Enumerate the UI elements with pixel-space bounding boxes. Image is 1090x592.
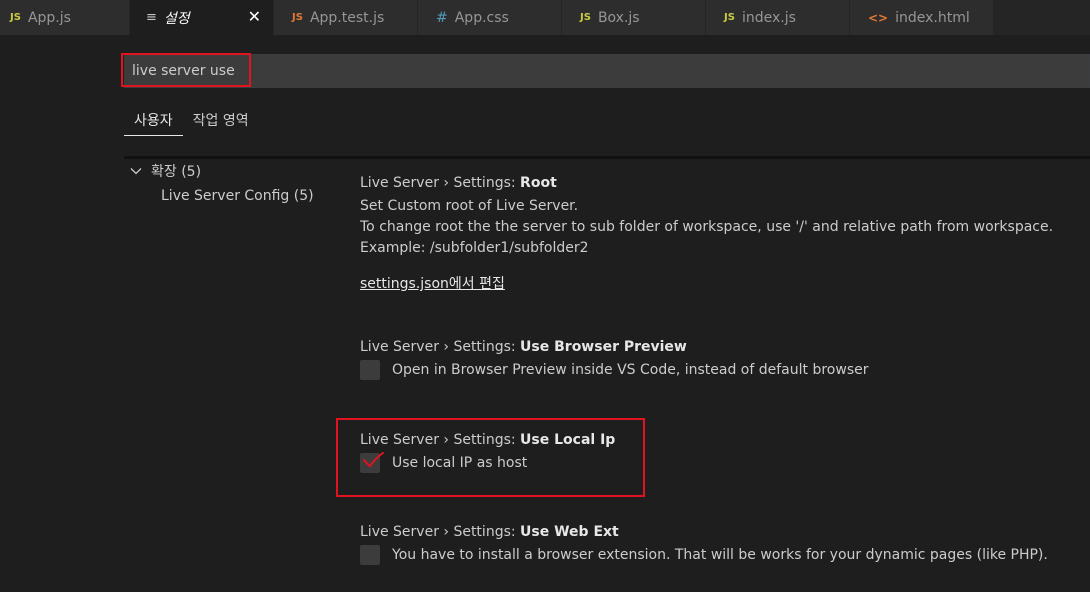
setting-name: Use Browser Preview (520, 339, 687, 355)
test-js-file-icon: JS (292, 12, 303, 23)
toc-item-label: 확장 (5) (151, 164, 202, 180)
tab-index-html[interactable]: <> index.html (850, 0, 994, 35)
tab-label: index.js (741, 9, 796, 26)
settings-search-input[interactable] (132, 61, 632, 81)
description-line: Example: /subfolder1/subfolder2 (360, 240, 589, 256)
editor-tab-bar: JS App.js ≡ 설정 ✕ JS App.test.js # App.cs… (0, 0, 1090, 35)
tab-settings[interactable]: ≡ 설정 ✕ (130, 0, 274, 35)
edit-in-settings-json-link[interactable]: settings.json에서 편집 (360, 273, 505, 293)
tab-label: Box.js (597, 9, 640, 26)
close-icon[interactable]: ✕ (248, 7, 261, 26)
use-local-ip-checkbox[interactable] (360, 452, 384, 473)
setting-root: Live Server › Settings: Root Set Custom … (360, 175, 1053, 293)
toc-item-live-server-config[interactable]: Live Server Config (5) (161, 188, 314, 204)
setting-use-local-ip: Live Server › Settings: Use Local Ip Use… (360, 432, 615, 473)
checkbox-label: Use local IP as host (392, 455, 528, 471)
settings-search-box (124, 54, 1090, 88)
html-file-icon: <> (868, 10, 889, 25)
tab-workspace[interactable]: 작업 영역 (183, 106, 259, 136)
setting-use-web-ext: Live Server › Settings: Use Web Ext You … (360, 524, 1048, 565)
red-check-scribble-icon (363, 452, 384, 468)
checkbox-label: Open in Browser Preview inside VS Code, … (392, 362, 869, 378)
setting-checkbox-row: Use local IP as host (360, 452, 615, 473)
setting-category: Live Server › Settings: (360, 175, 521, 191)
toc-item-label: Live Server Config (5) (161, 188, 314, 204)
use-browser-preview-checkbox[interactable] (360, 360, 380, 380)
css-file-icon: # (436, 9, 448, 26)
js-file-icon: JS (580, 12, 591, 23)
checkbox-label: You have to install a browser extension.… (392, 547, 1048, 563)
settings-scope-tabs: 사용자 작업 영역 (124, 106, 259, 140)
tab-index-js[interactable]: JS index.js (706, 0, 850, 35)
chevron-down-icon (130, 168, 142, 175)
setting-title: Live Server › Settings: Use Local Ip (360, 432, 615, 448)
js-file-icon: JS (10, 12, 21, 23)
setting-title: Live Server › Settings: Use Browser Prev… (360, 339, 868, 355)
setting-description: Set Custom root of Live Server. To chang… (360, 196, 1053, 259)
tab-label: App.test.js (309, 9, 385, 26)
setting-name: Root (520, 175, 557, 191)
description-line: To change root the the server to sub fol… (360, 219, 1054, 235)
setting-title: Live Server › Settings: Root (360, 175, 1053, 191)
description-line: Set Custom root of Live Server. (360, 198, 579, 214)
use-web-ext-checkbox[interactable] (360, 545, 380, 565)
tab-app-css[interactable]: # App.css (418, 0, 562, 35)
js-file-icon: JS (724, 12, 735, 23)
tab-app-js[interactable]: JS App.js (0, 0, 130, 35)
tab-user[interactable]: 사용자 (124, 106, 183, 136)
toc-item-extensions[interactable]: 확장 (5) (130, 161, 240, 183)
setting-name: Use Local Ip (520, 432, 616, 448)
tab-label: 설정 (163, 10, 190, 27)
tab-label: App.js (27, 9, 71, 26)
settings-editor-icon: ≡ (146, 10, 157, 25)
setting-category: Live Server › Settings: (360, 524, 521, 540)
tab-app-test-js[interactable]: JS App.test.js (274, 0, 418, 35)
setting-title: Live Server › Settings: Use Web Ext (360, 524, 1048, 540)
setting-category: Live Server › Settings: (360, 339, 521, 355)
setting-checkbox-row: Open in Browser Preview inside VS Code, … (360, 360, 868, 380)
settings-header-divider (124, 156, 1090, 159)
tab-label: App.css (454, 9, 509, 26)
tab-label: index.html (895, 9, 970, 26)
setting-checkbox-row: You have to install a browser extension.… (360, 545, 1048, 565)
setting-name: Use Web Ext (520, 524, 619, 540)
setting-category: Live Server › Settings: (360, 432, 521, 448)
setting-use-browser-preview: Live Server › Settings: Use Browser Prev… (360, 339, 868, 380)
tab-box-js[interactable]: JS Box.js (562, 0, 706, 35)
